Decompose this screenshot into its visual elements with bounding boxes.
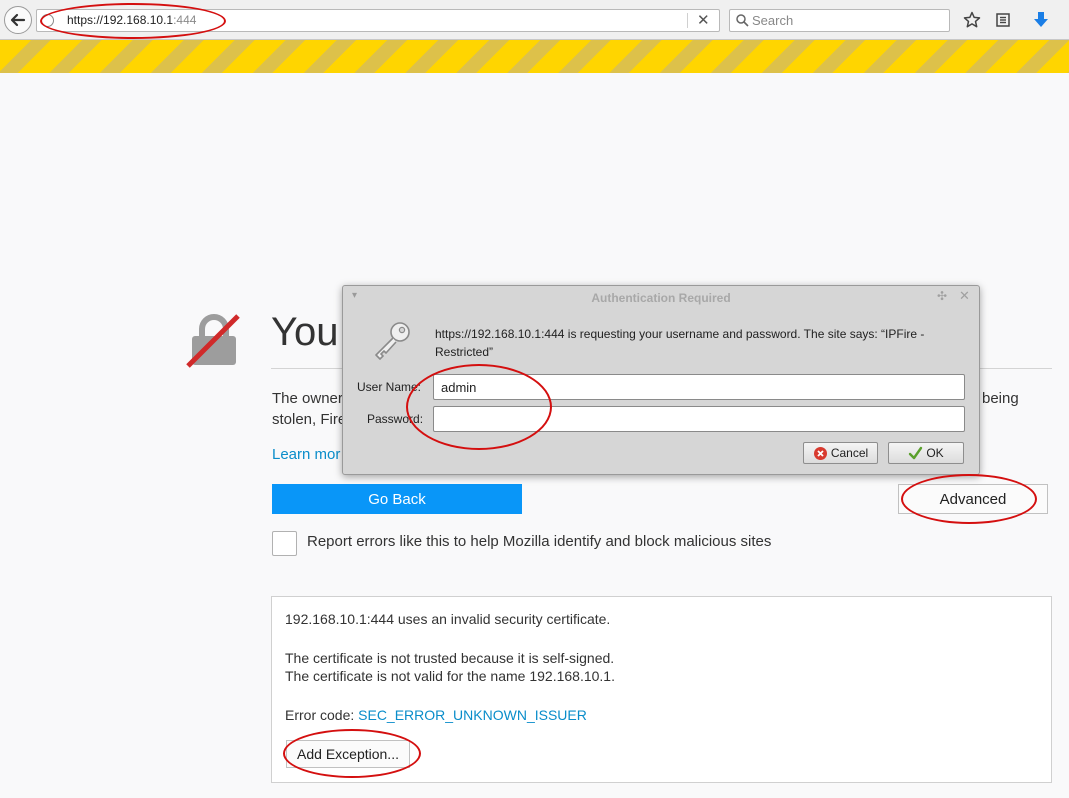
ok-button[interactable]: OK [888,442,964,464]
clear-url-icon[interactable]: ✕ [697,11,710,30]
url-host: https://192.168.10.1 [67,13,174,27]
close-icon[interactable]: ✕ [959,289,970,304]
site-info-icon[interactable] [41,14,54,27]
arrow-left-icon [10,13,26,27]
cancel-button[interactable]: Cancel [803,442,878,464]
search-placeholder: Search [752,13,794,28]
dialog-titlebar[interactable]: ▾ Authentication Required ✣ ✕ [343,286,979,310]
warning-stripe [0,40,1069,73]
error-code-label: Error code: [285,707,359,723]
url-bar[interactable]: https://192.168.10.1:444 ✕ [36,9,720,32]
username-input[interactable] [433,374,965,400]
auth-message-line-2: Restricted” [435,345,494,359]
auth-dialog: ▾ Authentication Required ✣ ✕ https://19… [342,285,980,475]
back-button[interactable] [4,6,32,34]
report-errors-label: Report errors like this to help Mozilla … [307,533,772,550]
download-arrow-icon[interactable] [1031,10,1051,30]
dialog-title: Authentication Required [591,291,731,305]
search-bar[interactable]: Search [729,9,950,32]
page-title: You [271,310,339,354]
cert-self-signed-text: The certificate is not trusted because i… [285,650,615,666]
description-line-2: stolen, Fire [272,411,347,428]
reading-list-icon[interactable] [993,10,1013,30]
auth-message-line-1: https://192.168.10.1:444 is requesting y… [435,327,925,341]
cert-name-mismatch-text: The certificate is not valid for the nam… [285,668,615,684]
report-errors-checkbox[interactable] [272,531,297,556]
key-icon [375,322,410,360]
username-label: User Name: [357,380,422,394]
broken-lock-icon [186,314,240,368]
go-back-button[interactable]: Go Back [272,484,522,514]
description-right-fragment: being [982,390,1019,407]
search-icon [736,14,749,27]
url-text[interactable]: https://192.168.10.1:444 [67,13,196,27]
checkmark-icon [909,446,923,459]
advanced-panel: 192.168.10.1:444 uses an invalid securit… [271,596,1052,783]
error-code-link[interactable]: SEC_ERROR_UNKNOWN_ISSUER [358,707,587,723]
password-label: Password: [367,412,424,426]
browser-toolbar: https://192.168.10.1:444 ✕ Search [0,0,1069,40]
password-input[interactable] [433,406,965,432]
browser-window: https://192.168.10.1:444 ✕ Search You Th… [0,0,1069,798]
cancel-label: Cancel [830,446,869,460]
bookmark-star-icon[interactable] [962,10,982,30]
url-port: :444 [173,13,197,27]
advanced-button[interactable]: Advanced [898,484,1048,514]
cancel-x-icon [813,446,827,460]
pin-icon[interactable]: ✣ [937,289,947,303]
add-exception-button[interactable]: Add Exception... [286,740,410,768]
cert-invalid-text: 192.168.10.1:444 uses an invalid securit… [285,611,611,627]
error-code-line: Error code: SEC_ERROR_UNKNOWN_ISSUER [285,707,587,723]
ok-label: OK [926,446,944,460]
learn-more-link[interactable]: Learn mor [272,446,340,463]
url-separator [687,13,688,28]
description-line-1: The owner [272,390,343,407]
